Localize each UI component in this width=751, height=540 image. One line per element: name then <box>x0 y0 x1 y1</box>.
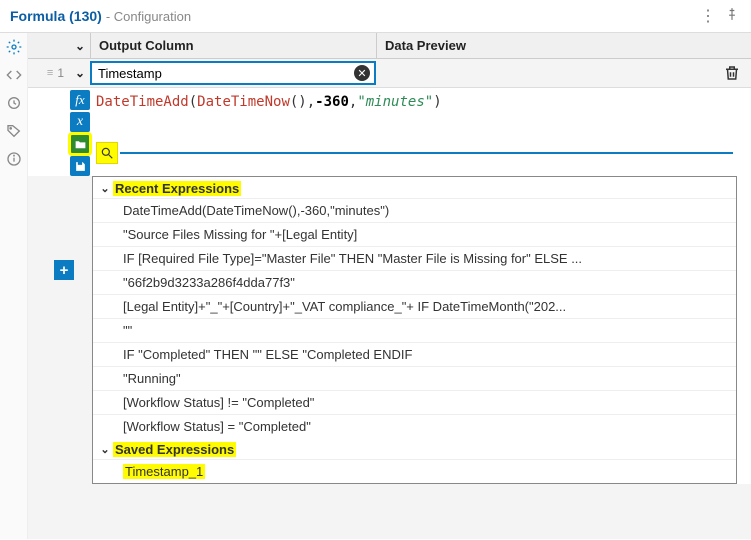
clear-input-icon[interactable]: ✕ <box>354 65 370 81</box>
fx-functions-button[interactable]: fx <box>70 90 90 110</box>
target-icon[interactable] <box>6 95 22 111</box>
gear-icon[interactable] <box>6 39 22 55</box>
recent-expression-item[interactable]: [Legal Entity]+"_"+[Country]+"_VAT compl… <box>93 294 736 318</box>
saved-expressions-section[interactable]: ⌄ Saved Expressions <box>93 438 736 459</box>
recent-expression-item[interactable]: DateTimeAdd(DateTimeNow(),-360,"minutes"… <box>93 198 736 222</box>
chevron-down-icon: ⌄ <box>97 443 113 456</box>
recent-expression-item[interactable]: "Source Files Missing for "+[Legal Entit… <box>93 222 736 246</box>
info-icon[interactable] <box>6 151 22 167</box>
recent-expression-item[interactable]: [Workflow Status] = "Completed" <box>93 414 736 438</box>
collapse-all-icon[interactable]: ⌄ <box>70 33 90 58</box>
recent-expression-item[interactable]: "66f2b9d3233a286f4dda77f3" <box>93 270 736 294</box>
pin-icon[interactable] <box>723 7 741 26</box>
saved-expression-item[interactable]: Timestamp_1 <box>93 459 736 483</box>
tool-title: Formula (130) <box>10 8 102 24</box>
row-collapse-icon[interactable]: ⌄ <box>70 66 90 80</box>
output-column-input[interactable] <box>90 61 376 85</box>
delete-row-icon[interactable] <box>723 64 741 82</box>
chevron-down-icon: ⌄ <box>97 182 113 195</box>
output-column-header: Output Column <box>90 33 376 58</box>
recent-expressions-section[interactable]: ⌄ Recent Expressions <box>93 177 736 198</box>
add-row-button[interactable]: + <box>54 260 74 280</box>
expressions-dropdown[interactable]: ⌄ Recent Expressions DateTimeAdd(DateTim… <box>93 177 736 483</box>
tool-subtitle: - Configuration <box>106 9 191 24</box>
save-expression-button[interactable] <box>70 156 90 176</box>
recent-expression-item[interactable]: IF "Completed" THEN "" ELSE "Completed E… <box>93 342 736 366</box>
data-preview-header: Data Preview <box>376 33 751 58</box>
variables-button[interactable]: x <box>70 112 90 132</box>
tag-icon[interactable] <box>6 123 22 139</box>
recent-expression-item[interactable]: "" <box>93 318 736 342</box>
code-icon[interactable] <box>6 67 22 83</box>
row-number: 1 <box>57 66 64 80</box>
search-expressions-icon[interactable] <box>96 142 118 164</box>
kebab-menu-icon[interactable]: ⋮ <box>699 6 717 26</box>
row-handle-icon[interactable]: ≡ <box>47 67 53 79</box>
recent-expression-item[interactable]: IF [Required File Type]="Master File" TH… <box>93 246 736 270</box>
recent-expression-item[interactable]: "Running" <box>93 366 736 390</box>
formula-editor[interactable]: DateTimeAdd(DateTimeNow(),-360,"minutes"… <box>96 92 743 112</box>
recent-expression-item[interactable]: [Workflow Status] != "Completed" <box>93 390 736 414</box>
open-expression-button[interactable] <box>70 134 90 154</box>
